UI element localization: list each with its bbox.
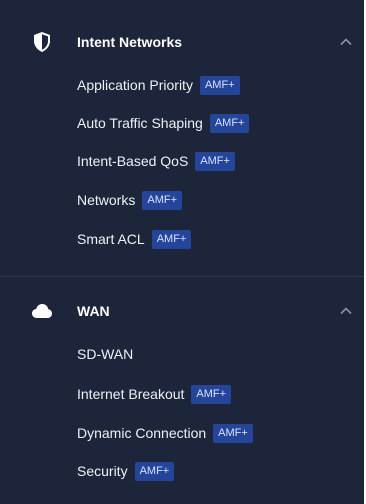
menu-item-label: Networks [77,192,136,208]
menu-item-label: Dynamic Connection [77,425,207,441]
menu-item-security[interactable]: Security AMF+ [77,459,175,483]
shield-icon [30,30,54,54]
menu-item-sd-wan[interactable]: SD-WAN [77,342,133,366]
section-title-intent-networks: Intent Networks [77,34,183,50]
menu-item-label: Security [77,463,128,479]
section-wan: WAN SD-WAN Internet Breakout AMF+ Dynami… [0,277,364,504]
amf-plus-badge: AMF+ [142,190,183,210]
section-header-intent-networks[interactable]: Intent Networks [0,26,364,58]
menu-item-application-priority[interactable]: Application Priority AMF+ [77,73,240,97]
amf-plus-badge: AMF+ [151,229,192,249]
menu-item-label: Intent-Based QoS [77,153,189,169]
amf-plus-badge: AMF+ [199,75,240,95]
amf-plus-badge: AMF+ [213,423,253,443]
menu-item-label: Auto Traffic Shaping [77,115,203,131]
section-header-wan[interactable]: WAN [0,295,364,327]
menu-item-label: SD-WAN [77,346,134,362]
chevron-up-icon[interactable] [338,303,354,319]
menu-item-auto-traffic-shaping[interactable]: Auto Traffic Shaping AMF+ [77,111,250,135]
menu-item-dynamic-connection[interactable]: Dynamic Connection AMF+ [77,421,253,445]
menu-item-label: Smart ACL [77,231,145,247]
menu-item-networks[interactable]: Networks AMF+ [77,188,183,212]
section-title-wan: WAN [77,303,110,319]
menu-item-intent-based-qos[interactable]: Intent-Based QoS AMF+ [77,149,235,173]
menu-item-label: Application Priority [77,77,193,93]
amf-plus-badge: AMF+ [191,384,232,404]
menu-item-smart-acl[interactable]: Smart ACL AMF+ [77,227,192,251]
amf-plus-badge: AMF+ [195,151,235,171]
menu-item-internet-breakout[interactable]: Internet Breakout AMF+ [77,382,232,406]
navigation-panel: Intent Networks Application Priority AMF… [0,0,364,504]
cloud-icon [30,299,54,323]
amf-plus-badge: AMF+ [134,461,175,481]
menu-item-label: Internet Breakout [77,386,185,402]
amf-plus-badge: AMF+ [209,113,250,133]
section-intent-networks: Intent Networks Application Priority AMF… [0,0,364,276]
chevron-up-icon[interactable] [338,34,354,50]
